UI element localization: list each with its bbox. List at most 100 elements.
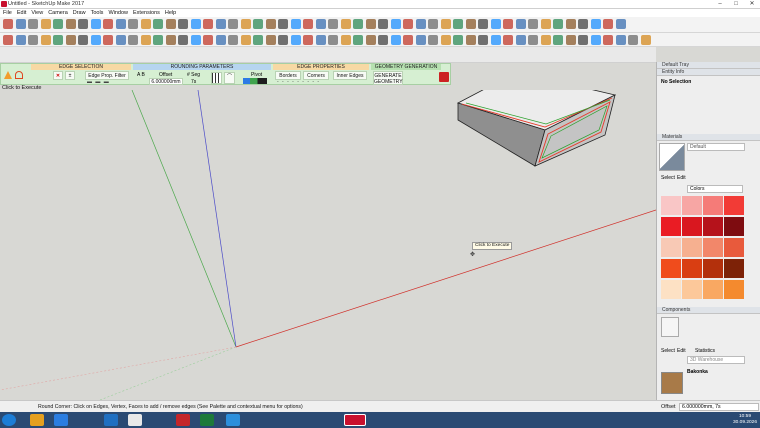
toolbar-tool-icon[interactable] [640, 35, 651, 45]
color-swatch[interactable] [724, 280, 744, 299]
toolbar-tool-icon[interactable] [290, 35, 301, 45]
toolbar-tool-icon[interactable] [128, 19, 138, 29]
toolbar-tool-icon[interactable] [628, 35, 638, 45]
toolbar-tool-icon[interactable] [28, 19, 38, 29]
start-button[interactable] [2, 414, 16, 426]
toolbar-tool-icon[interactable] [103, 19, 113, 29]
toolbar-tool-icon[interactable] [440, 19, 451, 29]
toolbar-tool-icon[interactable] [465, 19, 476, 29]
toolbar-tool-icon[interactable] [403, 19, 413, 29]
toolbar-tool-icon[interactable] [428, 35, 438, 45]
menu-view[interactable]: View [31, 10, 43, 16]
color-swatch[interactable] [661, 196, 681, 215]
toolbar-tool-icon[interactable] [540, 35, 551, 45]
toolbar-tool-icon[interactable] [265, 19, 276, 29]
menu-extensions[interactable]: Extensions [133, 10, 160, 16]
toolbar-tool-icon[interactable] [365, 35, 376, 45]
toolbar-tool-icon[interactable] [165, 35, 176, 45]
toolbar-tool-icon[interactable] [115, 35, 126, 45]
toolbar-tool-icon[interactable] [365, 19, 376, 29]
toolbar-tool-icon[interactable] [103, 35, 113, 45]
toolbar-tool-icon[interactable] [65, 35, 76, 45]
toolbar-tool-icon[interactable] [603, 35, 613, 45]
toolbar-tool-icon[interactable] [503, 19, 513, 29]
color-swatch[interactable] [682, 238, 702, 257]
warehouse-search-input[interactable]: 3D Warehouse [687, 356, 745, 364]
toolbar-tool-icon[interactable] [490, 35, 501, 45]
toolbar-tool-icon[interactable] [503, 35, 513, 45]
menu-tools[interactable]: Tools [91, 10, 104, 16]
toolbar-tool-icon[interactable] [28, 35, 38, 45]
color-swatch[interactable] [724, 238, 744, 257]
toolbar-tool-icon[interactable] [228, 35, 238, 45]
materials-tab-edit[interactable]: Edit [677, 175, 686, 181]
material-name-field[interactable]: Default [687, 143, 745, 151]
maximize-button[interactable]: □ [728, 0, 744, 9]
components-tab-select[interactable]: Select [661, 348, 675, 354]
toolbar-tool-icon[interactable] [3, 19, 13, 29]
toolbar-tool-icon[interactable] [15, 19, 26, 29]
toolbar-tool-icon[interactable] [378, 19, 388, 29]
generate-geometry-button[interactable]: GENERATE GEOMETRY [373, 71, 403, 85]
color-swatch[interactable] [703, 259, 723, 278]
taskbar-pdf-icon[interactable] [176, 414, 190, 426]
color-swatch[interactable] [724, 217, 744, 236]
clear-selection-icon[interactable]: ✕ [53, 71, 63, 80]
exit-icon[interactable] [439, 72, 449, 82]
toolbar-tool-icon[interactable] [253, 35, 263, 45]
colors-dropdown[interactable]: Colors [687, 185, 743, 193]
menu-help[interactable]: Help [165, 10, 176, 16]
menu-camera[interactable]: Camera [48, 10, 68, 16]
toolbar-tool-icon[interactable] [53, 19, 63, 29]
toolbar-tool-icon[interactable] [565, 19, 576, 29]
toolbar-tool-icon[interactable] [303, 19, 313, 29]
toolbar-tool-icon[interactable] [240, 19, 251, 29]
component-thumbnail[interactable] [661, 372, 683, 394]
toolbar-tool-icon[interactable] [528, 35, 538, 45]
taskbar-chrome-icon[interactable] [128, 414, 142, 426]
toolbar-tool-icon[interactable] [440, 35, 451, 45]
toolbar-tool-icon[interactable] [140, 19, 151, 29]
menu-file[interactable]: File [3, 10, 12, 16]
components-tab-statistics[interactable]: Statistics [695, 348, 715, 354]
toolbar-tool-icon[interactable] [115, 19, 126, 29]
toolbar-tool-icon[interactable] [40, 35, 51, 45]
toolbar-tool-icon[interactable] [490, 19, 501, 29]
measurements-input[interactable]: 6.000000mm, 7s [679, 403, 759, 411]
materials-tab-select[interactable]: Select [661, 175, 675, 181]
toolbar-tool-icon[interactable] [190, 35, 201, 45]
toolbar-tool-icon[interactable] [15, 35, 26, 45]
toolbar-tool-icon[interactable] [3, 35, 13, 45]
color-swatch[interactable] [703, 238, 723, 257]
color-swatch[interactable] [682, 259, 702, 278]
toolbar-tool-icon[interactable] [540, 19, 551, 29]
toolbar-tool-icon[interactable] [615, 19, 626, 29]
toolbar-tool-icon[interactable] [428, 19, 438, 29]
toolbar-tool-icon[interactable] [340, 35, 351, 45]
toolbar-tool-icon[interactable] [465, 35, 476, 45]
toolbar-tool-icon[interactable] [78, 19, 88, 29]
toolbar-tool-icon[interactable] [128, 35, 138, 45]
menu-edit[interactable]: Edit [17, 10, 26, 16]
toolbar-tool-icon[interactable] [353, 35, 363, 45]
toolbar-tool-icon[interactable] [215, 19, 226, 29]
toolbar-tool-icon[interactable] [553, 19, 563, 29]
toolbar-tool-icon[interactable] [228, 19, 238, 29]
toolbar-tool-icon[interactable] [378, 35, 388, 45]
drawing-viewport[interactable]: ✥ [0, 90, 656, 400]
toolbar-tool-icon[interactable] [90, 19, 101, 29]
toolbar-tool-icon[interactable] [415, 35, 426, 45]
inner-edges-button[interactable]: Inner Edges [333, 71, 367, 80]
toolbar-tool-icon[interactable] [240, 35, 251, 45]
components-tab-edit[interactable]: Edit [677, 348, 686, 354]
toolbar-tool-icon[interactable] [203, 19, 213, 29]
toolbar-tool-icon[interactable] [565, 35, 576, 45]
toolbar-tool-icon[interactable] [315, 19, 326, 29]
toolbar-tool-icon[interactable] [453, 35, 463, 45]
toolbar-tool-icon[interactable] [65, 19, 76, 29]
toolbar-tool-icon[interactable] [303, 35, 313, 45]
components-header[interactable]: Components [657, 307, 760, 314]
entity-info-header[interactable]: Entity Info [657, 69, 760, 76]
toolbar-tool-icon[interactable] [415, 19, 426, 29]
toolbar-tool-icon[interactable] [390, 19, 401, 29]
